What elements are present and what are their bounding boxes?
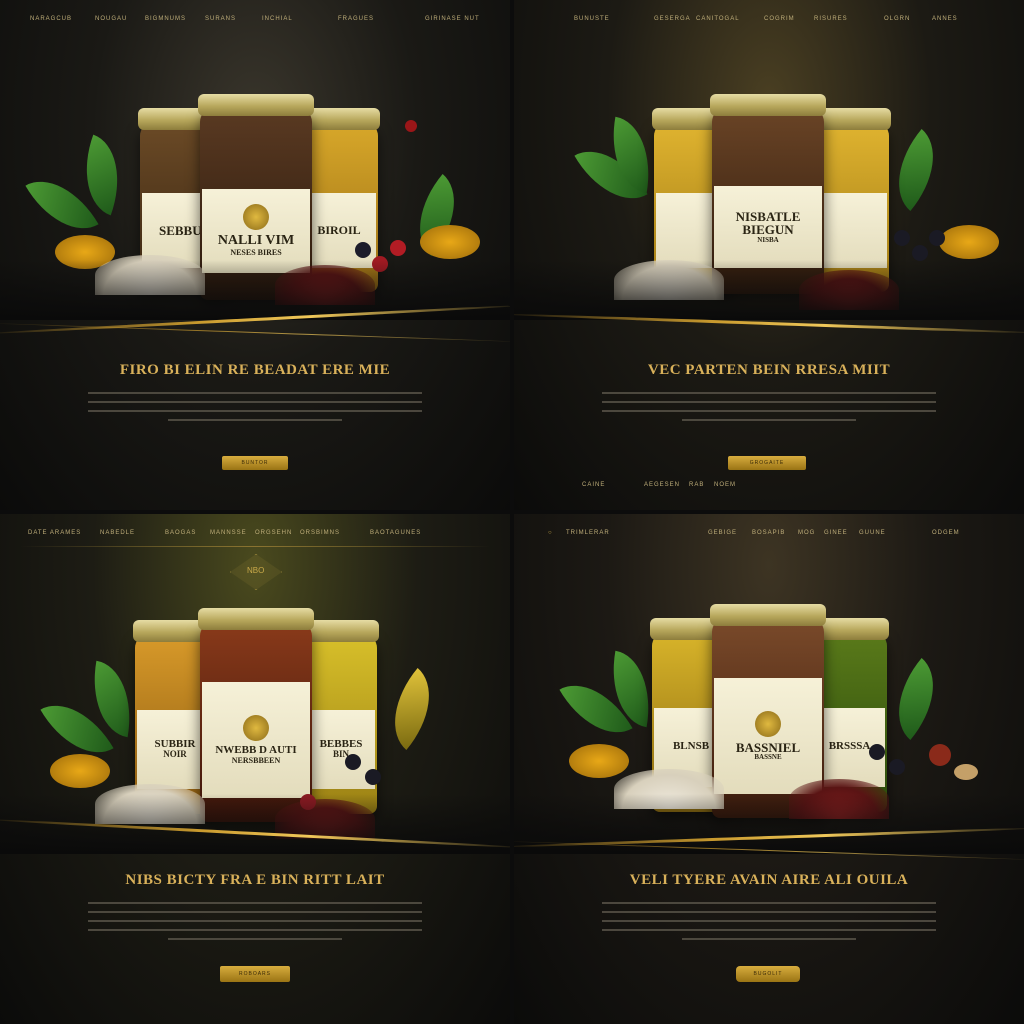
berry: [345, 754, 361, 770]
berry: [869, 744, 885, 760]
footer-link[interactable]: RAB: [689, 482, 704, 488]
product-jar: BEBBES BIN: [303, 620, 379, 814]
product-jar-main: NWEBB D AUTI NERSBBEEN: [198, 608, 314, 822]
cta-button[interactable]: ROBOARS: [220, 966, 290, 982]
jar-label: NISBATLE BIEGUN NISBA: [714, 186, 822, 268]
nut: [954, 764, 978, 780]
berry: [355, 242, 371, 258]
nav-item[interactable]: BAOGAS: [165, 530, 196, 536]
logo: ○: [548, 530, 552, 536]
cta-button[interactable]: GROGAITE: [728, 456, 806, 470]
nav-item[interactable]: RISURES: [814, 16, 848, 22]
nav-item[interactable]: MANNSSE: [210, 530, 247, 536]
berry: [912, 245, 928, 261]
hero-product-image: BLNSB BRSSSA BASSNIEL BASSNE: [514, 594, 1024, 854]
nav-item[interactable]: ORSBIMNS: [300, 530, 340, 536]
nav-item[interactable]: GEBIGE: [708, 530, 737, 536]
berry: [929, 230, 945, 246]
nav-item[interactable]: NARAGCUB: [30, 16, 72, 22]
nav-item[interactable]: BAOTAGUNES: [370, 530, 421, 536]
nav-item[interactable]: NOUGAU: [95, 16, 127, 22]
seal-icon: [243, 204, 269, 231]
nav-item[interactable]: DATE ARAMES: [28, 530, 81, 536]
berry: [889, 759, 905, 775]
jar-lid: [710, 604, 826, 626]
nav-item[interactable]: FRAGUES: [338, 16, 374, 22]
body-text: [88, 392, 422, 428]
nav-item[interactable]: NABEDLE: [100, 530, 135, 536]
nav-item[interactable]: MOG: [798, 530, 815, 536]
grain-pile: [420, 225, 480, 259]
nav-item[interactable]: ORGSEHN: [255, 530, 292, 536]
seal-icon: [243, 715, 269, 742]
headline: NIBS BICTY FRA E BIN RITT LAIT: [125, 872, 385, 888]
landing-mockup-2: BUNUSTE GESERGA CANITOGAL COGRIM RISURES…: [514, 0, 1024, 510]
nav-item[interactable]: TRIMLERAR: [566, 530, 610, 536]
footer-link[interactable]: AEGESEN: [644, 482, 680, 488]
nav-item[interactable]: BUNUSTE: [574, 16, 610, 22]
nav-item[interactable]: OLGRN: [884, 16, 910, 22]
landing-mockup-1: NARAGCUB NOUGAU BIGMNUMS SURANS INCHIAL …: [0, 0, 510, 510]
nav-item[interactable]: BIGMNUMS: [145, 16, 186, 22]
landing-mockup-4: ○ TRIMLERAR GEBIGE BOSAPIB MOG GINEE GUU…: [514, 514, 1024, 1024]
berry: [365, 769, 381, 785]
headline: VELI TYERE AVAIN AIRE ALI OUILA: [629, 872, 909, 888]
jar-label: NWEBB D AUTI NERSBBEEN: [202, 682, 310, 798]
gold-swoosh: [0, 322, 510, 343]
hero-product-image: SEBBUR BIROIL NALLI VIM NESES BIRES: [0, 60, 510, 320]
nut: [929, 744, 951, 766]
nav-item[interactable]: GIRINASE NUT: [425, 16, 480, 22]
mockup-grid: NARAGCUB NOUGAU BIGMNUMS SURANS INCHIAL …: [0, 0, 1024, 1024]
jar-label: BASSNIEL BASSNE: [714, 678, 822, 794]
nav-item[interactable]: GINEE: [824, 530, 848, 536]
seal-icon: [755, 710, 781, 737]
grain-pile: [569, 744, 629, 778]
top-nav: ○ TRIMLERAR GEBIGE BOSAPIB MOG GINEE GUU…: [514, 530, 1024, 546]
cta-button[interactable]: BUNTOR: [222, 456, 288, 470]
hero-product-image: NISBATLE BIEGUN NISBA: [514, 60, 1024, 320]
berry: [894, 230, 910, 246]
footer-link[interactable]: CAINE: [582, 482, 605, 488]
jar-lid: [198, 94, 314, 116]
emblem-text: NBO: [247, 566, 265, 575]
stage-shadow: [514, 260, 1024, 320]
hero-product-image: SUBBIR NOIR BEBBES BIN NWEBB D AUTI NERS…: [0, 594, 510, 854]
jar-label: [816, 193, 887, 269]
nav-item[interactable]: COGRIM: [764, 16, 795, 22]
nav-item[interactable]: SURANS: [205, 16, 236, 22]
grain-pile: [939, 225, 999, 259]
nav-item[interactable]: ANNES: [932, 16, 958, 22]
berry: [390, 240, 406, 256]
body-text: [88, 902, 422, 947]
stage-shadow: [514, 794, 1024, 854]
leaf-decoration: [372, 668, 452, 750]
landing-mockup-3: DATE ARAMES NABEDLE BAOGAS MANNSSE ORGSE…: [0, 514, 510, 1024]
nav-item[interactable]: BOSAPIB: [752, 530, 785, 536]
jar-lid: [710, 94, 826, 116]
nav-item[interactable]: CANITOGAL: [696, 16, 740, 22]
footer-link[interactable]: NOEM: [714, 482, 736, 488]
headline: VEC PARTEN BEIN RRESA MIIT: [647, 362, 891, 378]
nav-item[interactable]: ODGEM: [932, 530, 960, 536]
berry: [405, 120, 417, 132]
jar-lid: [198, 608, 314, 630]
top-nav: DATE ARAMES NABEDLE BAOGAS MANNSSE ORGSE…: [0, 530, 510, 546]
top-nav: BUNUSTE GESERGA CANITOGAL COGRIM RISURES…: [514, 16, 1024, 32]
nav-item[interactable]: GESERGA: [654, 16, 691, 22]
nav-item[interactable]: INCHIAL: [262, 16, 293, 22]
leaf-decoration: [876, 658, 956, 740]
body-text: [602, 902, 936, 947]
nav-divider: [20, 546, 490, 547]
top-nav: NARAGCUB NOUGAU BIGMNUMS SURANS INCHIAL …: [0, 16, 510, 32]
grain-pile: [50, 754, 110, 788]
nav-item[interactable]: GUUNE: [859, 530, 886, 536]
jar-lid: [303, 620, 379, 642]
cta-button[interactable]: BUGOLIT: [736, 966, 800, 982]
headline: FIRO BI ELIN RE BEADAT ERE MIE: [119, 362, 391, 378]
body-text: [602, 392, 936, 428]
